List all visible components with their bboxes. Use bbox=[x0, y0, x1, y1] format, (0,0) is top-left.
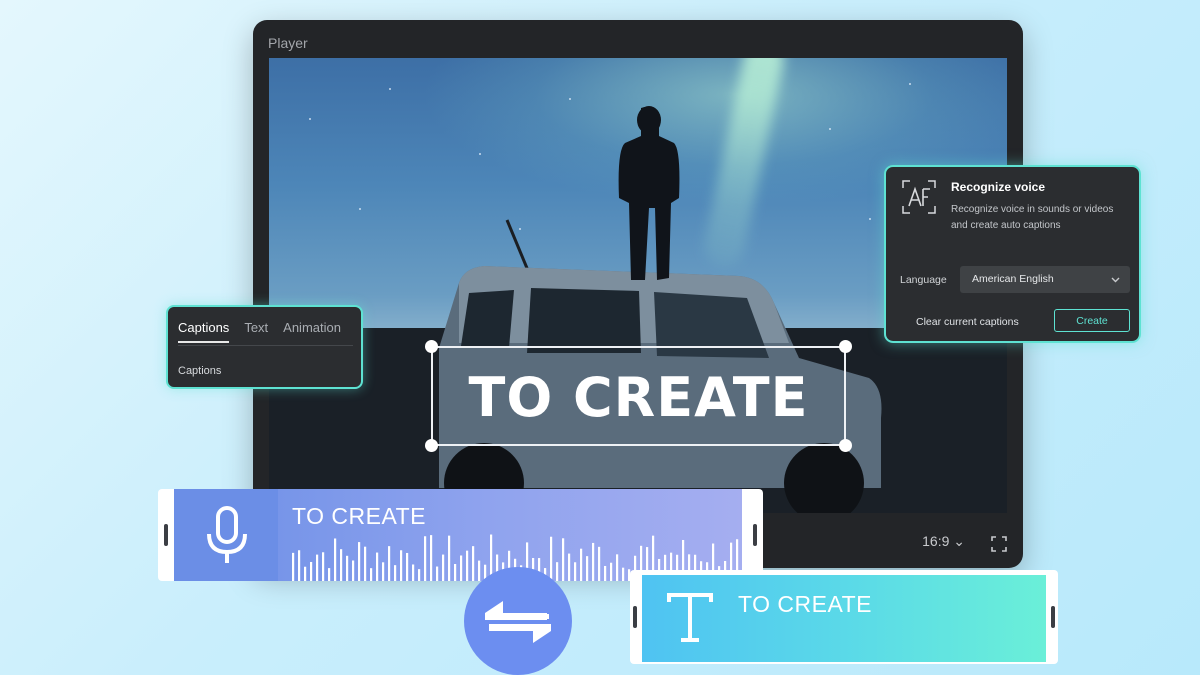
clip-trim-handle-left[interactable] bbox=[164, 524, 168, 546]
waveform-bar bbox=[586, 556, 589, 581]
voice-clip-label: TO CREATE bbox=[292, 503, 426, 529]
resize-handle-top-right[interactable] bbox=[839, 340, 852, 353]
waveform-bar bbox=[292, 552, 295, 581]
waveform-bar bbox=[334, 538, 337, 581]
aspect-ratio-value: 16:9 bbox=[922, 533, 950, 549]
waveform-bar bbox=[382, 562, 385, 581]
waveform-bar bbox=[430, 535, 433, 581]
caption-text-box[interactable]: TO CREATE bbox=[425, 340, 852, 452]
auto-caption-icon bbox=[902, 180, 936, 214]
waveform-bar bbox=[442, 554, 445, 581]
text-clip-label: TO CREATE bbox=[738, 591, 872, 617]
resize-handle-bottom-right[interactable] bbox=[839, 439, 852, 452]
clip-trim-handle-right[interactable] bbox=[1051, 606, 1055, 628]
tab-text[interactable]: Text bbox=[244, 320, 268, 335]
waveform-bar bbox=[400, 550, 403, 581]
captions-panel: Captions Text Animation Captions bbox=[166, 305, 363, 389]
mic-box bbox=[174, 489, 278, 581]
recognize-voice-title: Recognize voice bbox=[951, 180, 1046, 194]
convert-button[interactable] bbox=[464, 567, 572, 675]
waveform-bar bbox=[448, 535, 451, 581]
voice-clip[interactable]: TO CREATE bbox=[158, 489, 763, 581]
waveform-bar bbox=[322, 552, 325, 581]
tab-captions[interactable]: Captions bbox=[178, 320, 230, 343]
captions-tabs: Captions Text Animation bbox=[178, 320, 341, 343]
waveform-bar bbox=[310, 561, 313, 581]
microphone-icon bbox=[207, 506, 247, 563]
waveform-bar bbox=[598, 546, 601, 581]
waveform-bar bbox=[568, 553, 571, 581]
waveform-bar bbox=[424, 536, 427, 581]
convert-arrows-icon bbox=[485, 601, 551, 643]
recognize-voice-panel: Recognize voice Recognize voice in sound… bbox=[884, 165, 1141, 343]
language-select[interactable]: American English bbox=[960, 266, 1130, 293]
chevron-down-icon bbox=[1111, 277, 1120, 283]
waveform-bar bbox=[478, 560, 481, 581]
language-label: Language bbox=[900, 274, 947, 286]
waveform-bar bbox=[370, 568, 373, 581]
tabs-divider bbox=[178, 345, 353, 346]
aspect-ratio-selector[interactable]: 16:9 ⌄ bbox=[922, 533, 965, 550]
waveform-bar bbox=[592, 542, 595, 581]
waveform-bar bbox=[418, 569, 421, 581]
chevron-down-icon: ⌄ bbox=[953, 533, 965, 549]
waveform-bar bbox=[388, 546, 391, 581]
waveform-bar bbox=[298, 550, 301, 581]
text-t-icon bbox=[667, 593, 713, 642]
waveform-bar bbox=[364, 546, 367, 581]
waveform-bar bbox=[616, 554, 619, 581]
waveform-bar bbox=[556, 562, 559, 581]
waveform-bar bbox=[340, 549, 343, 581]
waveform-bar bbox=[376, 552, 379, 581]
captions-section-label: Captions bbox=[178, 365, 222, 377]
waveform-bar bbox=[328, 568, 331, 581]
waveform-bar bbox=[346, 555, 349, 581]
waveform-bar bbox=[610, 562, 613, 581]
waveform-bar bbox=[412, 564, 415, 581]
waveform-bar bbox=[604, 565, 607, 581]
waveform-bar bbox=[352, 560, 355, 581]
recognize-voice-description: Recognize voice in sounds or videos and … bbox=[951, 204, 1114, 231]
waveform-bar bbox=[550, 536, 553, 581]
resize-handle-bottom-left[interactable] bbox=[425, 439, 438, 452]
resize-handle-top-left[interactable] bbox=[425, 340, 438, 353]
voice-clip-body: TO CREATE bbox=[174, 489, 742, 581]
clip-trim-handle-left[interactable] bbox=[633, 606, 637, 628]
waveform-bar bbox=[454, 564, 457, 581]
waveform-bar bbox=[304, 566, 307, 581]
waveform-bar bbox=[580, 548, 583, 581]
waveform-bar bbox=[466, 550, 469, 581]
waveform-bar bbox=[406, 552, 409, 581]
waveform-bar bbox=[358, 542, 361, 581]
waveform-bar bbox=[394, 565, 397, 581]
waveform-bar bbox=[460, 555, 463, 581]
waveform-bar bbox=[622, 567, 625, 581]
clip-trim-handle-right[interactable] bbox=[753, 524, 757, 546]
waveform-bar bbox=[562, 538, 565, 581]
player-title: Player bbox=[268, 35, 308, 51]
waveform-bar bbox=[472, 546, 475, 581]
clear-captions-button[interactable]: Clear current captions bbox=[916, 316, 1019, 328]
waveform-bar bbox=[574, 562, 577, 581]
language-value: American English bbox=[972, 273, 1054, 285]
text-clip-body: TO CREATE bbox=[642, 575, 1046, 662]
text-clip[interactable]: TO CREATE bbox=[630, 570, 1058, 664]
waveform-bar bbox=[436, 566, 439, 581]
fullscreen-icon[interactable] bbox=[991, 536, 1007, 552]
caption-preview-text: TO CREATE bbox=[468, 366, 809, 429]
tab-animation[interactable]: Animation bbox=[283, 320, 341, 335]
waveform-bar bbox=[316, 554, 319, 581]
create-button[interactable]: Create bbox=[1054, 309, 1130, 332]
